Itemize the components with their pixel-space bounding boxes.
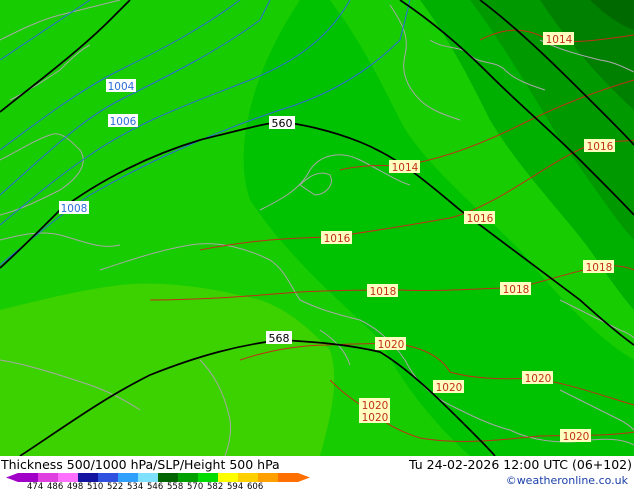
- isobar-label: 1018: [370, 286, 397, 298]
- legend-swatch: [78, 473, 98, 482]
- legend-tick-label: 510: [87, 482, 104, 492]
- legend-swatch: [278, 473, 298, 482]
- legend-swatch: [58, 473, 78, 482]
- legend-swatch: [178, 473, 198, 482]
- legend-tick-label: 522: [107, 482, 124, 492]
- credit-link[interactable]: ©weatheronline.co.uk: [506, 474, 628, 487]
- legend-swatch: [218, 473, 238, 482]
- thickness-map: 1004 1006 1008 1014 1014 1016 1016 1016 …: [0, 0, 634, 456]
- isobar-label: 1014: [392, 162, 419, 174]
- legend-swatch: [118, 473, 138, 482]
- isobar-label: 1016: [324, 233, 351, 245]
- valid-time: Tu 24-02-2026 12:00 UTC (06+102): [409, 457, 632, 472]
- isobar-label: 1006: [110, 116, 137, 128]
- legend-tick-label: 606: [247, 482, 264, 492]
- map-footer: Thickness 500/1000 hPa/SLP/Height 500 hP…: [0, 456, 634, 492]
- isobar-label: 1004: [108, 81, 135, 93]
- legend-arrow-right: [298, 473, 310, 482]
- isobar-label: 1018: [503, 284, 530, 296]
- legend-swatch: [98, 473, 118, 482]
- isobar-label: 1020: [362, 412, 389, 424]
- legend-tick-label: 474: [27, 482, 44, 492]
- weather-map-figure: 1004 1006 1008 1014 1014 1016 1016 1016 …: [0, 0, 634, 492]
- legend-swatch: [158, 473, 178, 482]
- isobar-label: 1014: [546, 34, 573, 46]
- legend-tick-label: 546: [147, 482, 164, 492]
- height-label-560: 560: [272, 117, 293, 130]
- legend-swatch: [258, 473, 278, 482]
- legend-tick-label: 594: [227, 482, 244, 492]
- isobar-label: 1020: [525, 373, 552, 385]
- legend-tick-label: 570: [187, 482, 204, 492]
- legend-tick-label: 498: [67, 482, 84, 492]
- legend-tick-label: 486: [47, 482, 64, 492]
- legend-swatch: [198, 473, 218, 482]
- isobar-label: 1020: [436, 382, 463, 394]
- legend-swatch: [18, 473, 38, 482]
- legend-tick-label: 582: [207, 482, 224, 492]
- legend-tick-label: 534: [127, 482, 144, 492]
- height-label-568: 568: [269, 332, 290, 345]
- legend-swatch: [138, 473, 158, 482]
- legend-swatch: [38, 473, 58, 482]
- map-title: Thickness 500/1000 hPa/SLP/Height 500 hP…: [1, 457, 280, 472]
- isobar-label: 1018: [586, 262, 613, 274]
- isobar-label: 1016: [467, 213, 494, 225]
- legend-tick-label: 558: [167, 482, 184, 492]
- isobar-label: 1020: [378, 339, 405, 351]
- isobar-label: 1020: [563, 431, 590, 443]
- legend-arrow-left: [6, 473, 18, 482]
- isobar-label: 1008: [61, 203, 88, 215]
- isobar-label: 1016: [587, 141, 614, 153]
- legend-swatch: [238, 473, 258, 482]
